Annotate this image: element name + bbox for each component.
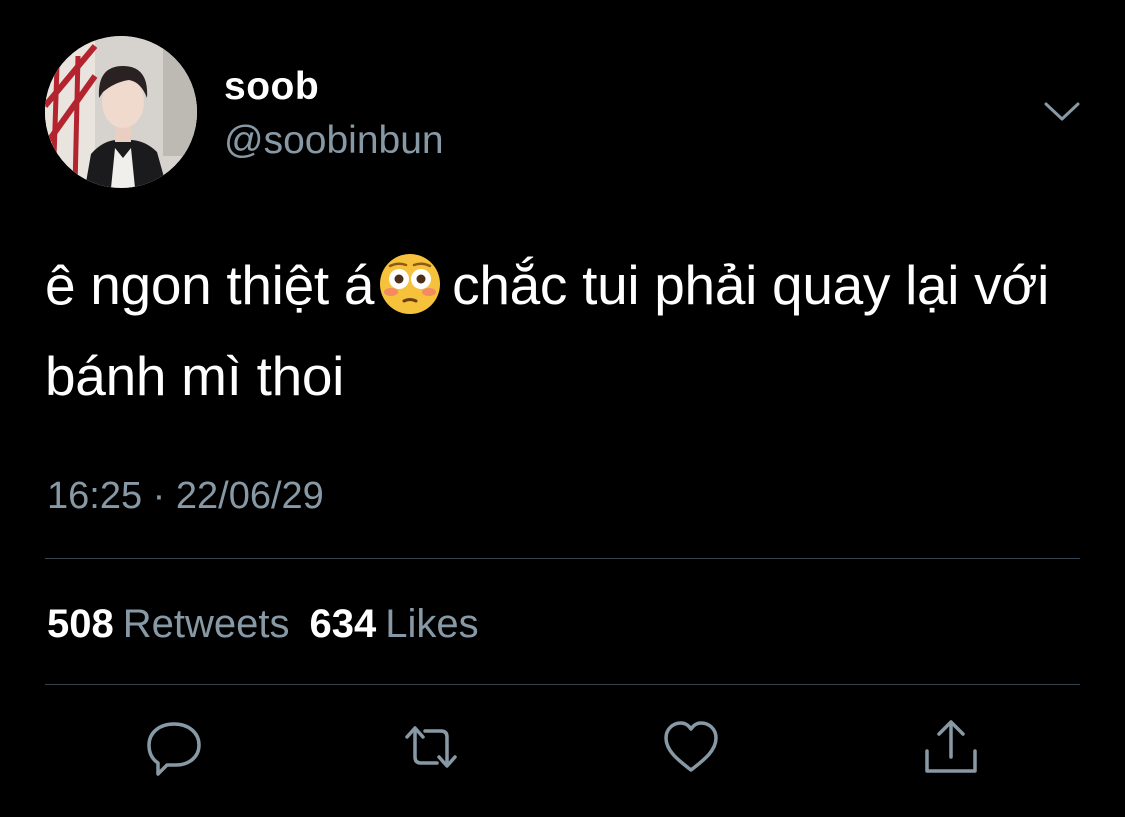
- like-icon[interactable]: [659, 715, 723, 779]
- retweet-icon[interactable]: [399, 715, 463, 779]
- user-handle[interactable]: @soobinbun: [224, 116, 444, 166]
- likes-label: Likes: [385, 602, 479, 646]
- user-info[interactable]: soob @soobinbun: [224, 64, 444, 166]
- chevron-down-icon[interactable]: [1040, 96, 1084, 126]
- share-icon[interactable]: [919, 715, 983, 779]
- avatar[interactable]: [45, 36, 197, 188]
- retweets-stat[interactable]: 508 Retweets: [47, 602, 290, 646]
- likes-count: 634: [309, 602, 377, 646]
- tweet-text-part-1: ê ngon thiệt á: [45, 254, 375, 316]
- retweets-label: Retweets: [122, 602, 290, 646]
- tweet-text: ê ngon thiệt á chắc tui phải quay lại vớ…: [45, 240, 1105, 422]
- divider: [45, 684, 1080, 685]
- likes-stat[interactable]: 634 Likes: [310, 602, 479, 646]
- retweets-count: 508: [47, 602, 114, 646]
- flushed-face-emoji-icon: [378, 252, 442, 316]
- engagement-stats: 508 Retweets 634 Likes: [47, 600, 479, 648]
- reply-icon[interactable]: [142, 715, 206, 779]
- avatar-photo: [45, 36, 197, 188]
- divider: [45, 558, 1080, 559]
- tweet-timestamp[interactable]: 16:25 · 22/06/29: [47, 472, 324, 520]
- display-name[interactable]: soob: [224, 64, 444, 110]
- tweet-detail: soob @soobinbun ê ngon thiệt á chắc tui …: [0, 0, 1125, 817]
